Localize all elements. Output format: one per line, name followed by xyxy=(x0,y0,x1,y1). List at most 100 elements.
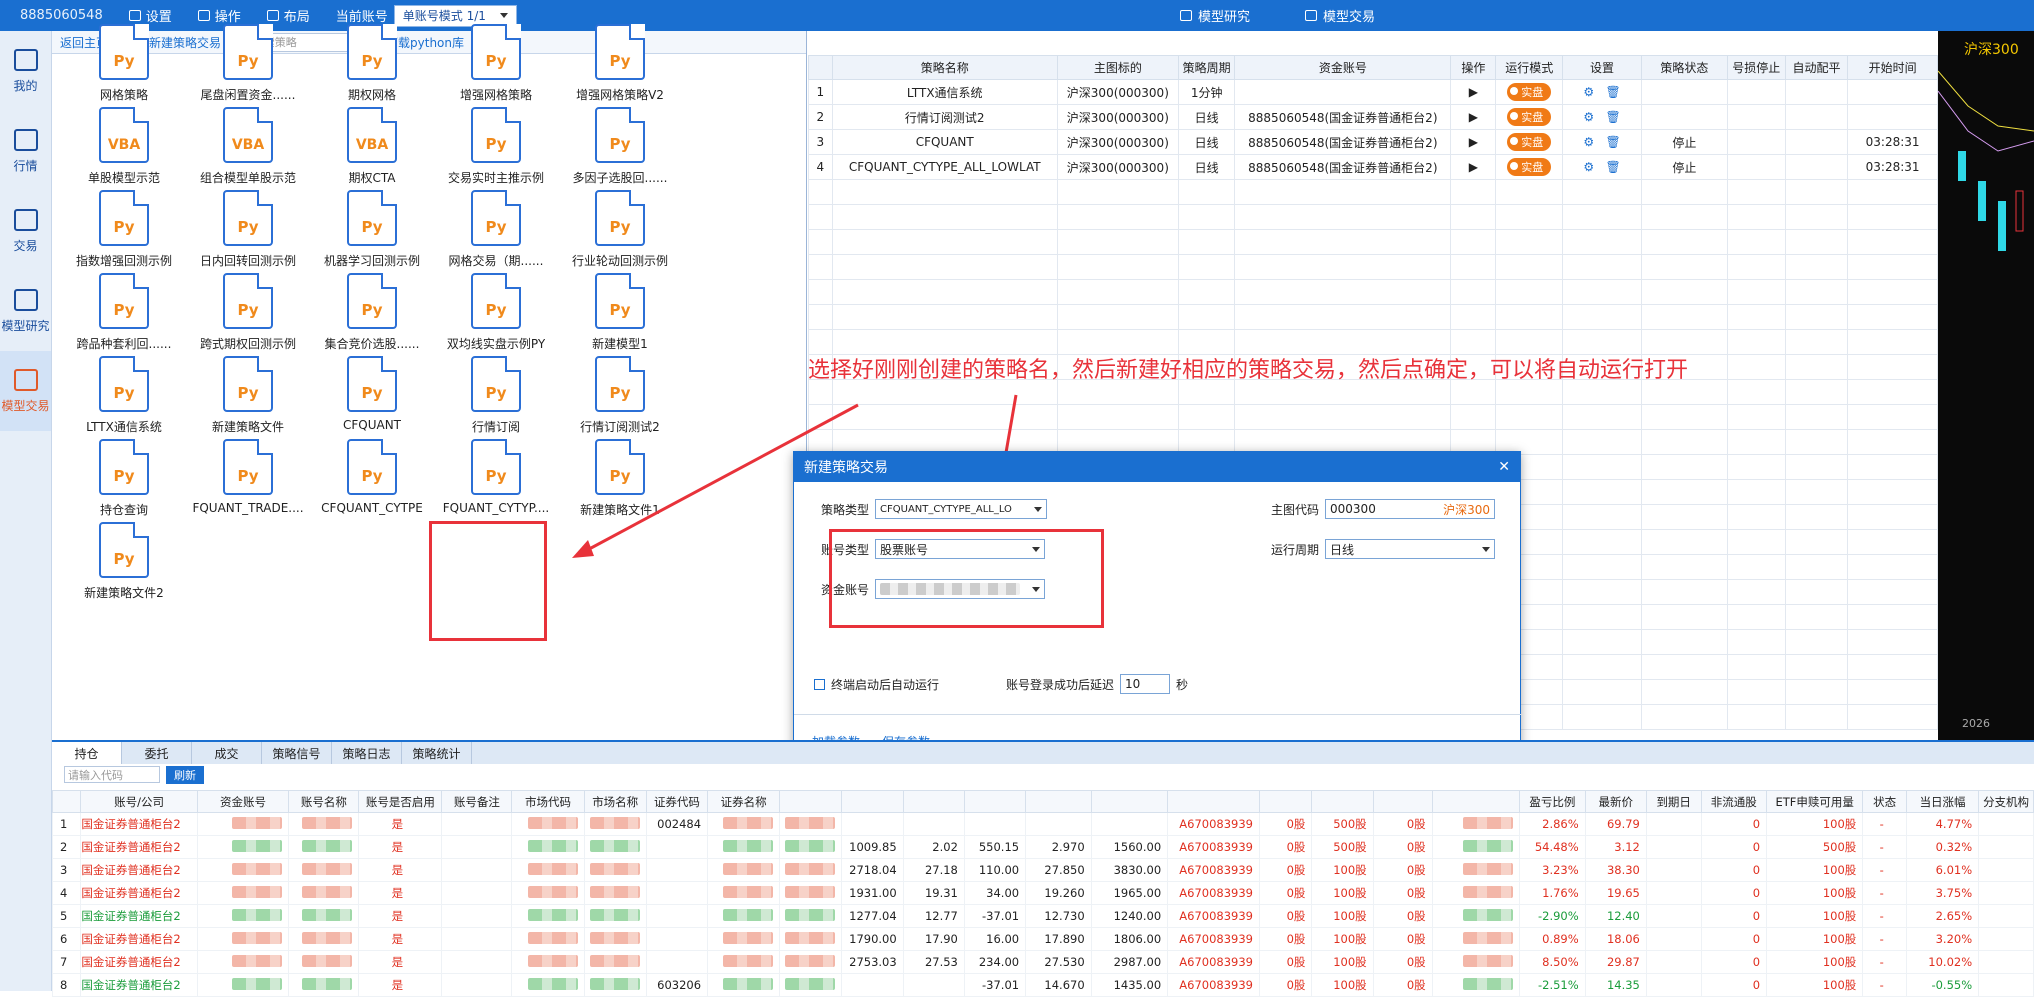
strategy-type-select[interactable]: CFQUANT_CYTYPE_ALL_LO xyxy=(875,499,1048,519)
strategy-file-item[interactable]: Py 网格策略 xyxy=(62,24,186,120)
strategy-file-item[interactable]: Py 新建策略文件2 xyxy=(62,522,186,618)
strategy-file-item[interactable]: VBA 单股模型示范 xyxy=(62,107,186,203)
strategy-file-item[interactable]: Py 行情订阅测试2 xyxy=(558,356,682,452)
positions-column-header[interactable]: 最新价 xyxy=(1584,790,1647,813)
gear-icon[interactable]: ⚙ xyxy=(1583,160,1594,174)
positions-row[interactable]: 3 国金证券普通柜台2 是 2718.04 27.18 110.00 27.850 3830.… xyxy=(51,858,2034,882)
strategy-file-item[interactable]: Py 多因子选股回...... xyxy=(558,107,682,203)
positions-column-header[interactable]: 资金账号 xyxy=(196,790,290,813)
positions-column-header[interactable]: 分支机构 xyxy=(1978,790,2034,813)
layout-menu[interactable]: 布局 xyxy=(266,6,310,25)
strategy-table-column-header[interactable]: 资金账号 xyxy=(1234,55,1452,80)
bottom-tab[interactable]: 委托 xyxy=(122,742,192,764)
run-button[interactable]: ▶ xyxy=(1450,154,1497,180)
main-code-input[interactable]: 000300 沪深300 xyxy=(1325,499,1496,519)
strategy-file-item[interactable]: Py 增强网格策略V2 xyxy=(558,24,682,120)
positions-column-header[interactable]: 账号名称 xyxy=(288,790,360,813)
run-button[interactable]: ▶ xyxy=(1450,129,1497,155)
positions-column-header[interactable] xyxy=(963,790,1027,813)
strategy-file-item[interactable]: Py 日内回转回测示例 xyxy=(186,190,310,286)
positions-row[interactable]: 5 国金证券普通柜台2 是 1277.04 12.77 -37.01 12.730 1240.… xyxy=(51,904,2034,928)
strategy-table-row[interactable]: 4 CFQUANT_CYTYPE_ALL_LOWLAT 沪深300(000300) 日… xyxy=(808,154,1938,180)
tab-model-research[interactable]: 模型研究 xyxy=(1180,0,1250,31)
positions-column-header[interactable]: 证券名称 xyxy=(707,790,781,813)
strategy-table-column-header[interactable]: 策略周期 xyxy=(1177,55,1236,80)
tab-model-trading[interactable]: 模型交易 xyxy=(1305,0,1375,31)
strategy-file-item[interactable]: VBA 期权CTA xyxy=(310,107,434,203)
positions-row[interactable]: 7 国金证券普通柜台2 是 2753.03 27.53 234.00 27.530 2987.… xyxy=(51,950,2034,974)
strategy-table-column-header[interactable] xyxy=(808,55,833,80)
close-icon[interactable]: ✕ xyxy=(1498,459,1510,475)
run-mode-toggle[interactable]: 实盘 xyxy=(1507,83,1552,101)
positions-column-header[interactable] xyxy=(1258,790,1313,813)
strategy-file-item[interactable]: Py 集合竞价选股...... xyxy=(310,273,434,369)
positions-column-header[interactable] xyxy=(1431,790,1521,813)
strategy-table-row[interactable]: 1 LTTX通信系统 沪深300(000300) 1分钟 ▶ 实盘 ⚙ 🗑 xyxy=(808,79,1938,105)
positions-row[interactable]: 4 国金证券普通柜台2 是 1931.00 19.31 34.00 19.260 1965.0… xyxy=(51,881,2034,905)
positions-column-header[interactable]: 状态 xyxy=(1862,790,1907,813)
strategy-table-column-header[interactable]: 自动配平 xyxy=(1784,55,1849,80)
strategy-file-item[interactable]: Py 尾盘闲置资金...... xyxy=(186,24,310,120)
run-button[interactable]: ▶ xyxy=(1450,104,1497,130)
positions-row[interactable]: 6 国金证券普通柜台2 是 1790.00 17.90 16.00 17.890 1806.0… xyxy=(51,927,2034,951)
trash-icon[interactable]: 🗑 xyxy=(1606,85,1621,99)
strategy-table-column-header[interactable]: 策略名称 xyxy=(831,55,1058,80)
positions-row[interactable]: 8 国金证券普通柜台2 是 603206 -37.01 14.670 1435.00 A670… xyxy=(51,973,2034,997)
positions-column-header[interactable] xyxy=(841,790,904,813)
bottom-tab[interactable]: 持仓 xyxy=(52,742,122,764)
positions-column-header[interactable] xyxy=(1025,790,1092,813)
trash-icon[interactable]: 🗑 xyxy=(1606,110,1621,124)
strategy-file-item[interactable]: Py 跨品种套利回...... xyxy=(62,273,186,369)
settings-menu[interactable]: 设置 xyxy=(128,6,172,25)
code-input[interactable]: 请输入代码 xyxy=(64,766,160,783)
strategy-table-row[interactable]: 2 行情订阅测试2 沪深300(000300) 日线 8885060548(国金证券普通… xyxy=(808,104,1938,130)
period-select[interactable]: 日线 xyxy=(1325,539,1496,559)
strategy-file-item[interactable]: VBA 组合模型单股示范 xyxy=(186,107,310,203)
positions-column-header[interactable]: 非流通股 xyxy=(1700,790,1768,813)
trash-icon[interactable]: 🗑 xyxy=(1606,135,1621,149)
strategy-file-item[interactable]: Py CFQUANT_CYTPE xyxy=(310,439,434,535)
strategy-table-row[interactable]: 3 CFQUANT 沪深300(000300) 日线 8885060548(国金证券普通… xyxy=(808,129,1938,155)
positions-row[interactable]: 2 国金证券普通柜台2 是 1009.85 2.02 550.15 2.970 1560.00… xyxy=(51,835,2034,859)
strategy-table-column-header[interactable]: 号损停止 xyxy=(1726,55,1786,80)
run-mode-cell[interactable]: 实盘 xyxy=(1495,129,1564,155)
strategy-file-item[interactable]: Py 新建策略文件1 xyxy=(558,439,682,535)
operate-menu[interactable]: 操作 xyxy=(197,6,241,25)
run-mode-cell[interactable]: 实盘 xyxy=(1495,79,1564,105)
strategy-file-item[interactable]: Py 指数增强回测示例 xyxy=(62,190,186,286)
strategy-file-item[interactable]: Py 增强网格策略 xyxy=(434,24,558,120)
run-button[interactable]: ▶ xyxy=(1450,79,1497,105)
positions-column-header[interactable] xyxy=(1167,790,1260,813)
strategy-file-item[interactable]: Py 期权网格 xyxy=(310,24,434,120)
run-mode-toggle[interactable]: 实盘 xyxy=(1507,108,1552,126)
run-mode-toggle[interactable]: 实盘 xyxy=(1507,133,1552,151)
positions-column-header[interactable]: 账号是否启用 xyxy=(358,790,443,813)
autostart-checkbox[interactable] xyxy=(814,679,825,690)
positions-column-header[interactable]: 到期日 xyxy=(1645,790,1702,813)
positions-column-header[interactable] xyxy=(1090,790,1169,813)
positions-column-header[interactable] xyxy=(51,790,82,813)
strategy-file-item[interactable]: Py 机器学习回测示例 xyxy=(310,190,434,286)
sidebar-item-model-trading[interactable]: 模型交易 xyxy=(0,351,51,431)
strategy-table-column-header[interactable]: 开始时间 xyxy=(1847,55,1938,80)
run-mode-cell[interactable]: 实盘 xyxy=(1495,154,1564,180)
delay-input[interactable]: 10 xyxy=(1120,674,1171,694)
strategy-file-item[interactable]: Py 新建策略文件 xyxy=(186,356,310,452)
positions-column-header[interactable]: 盈亏比例 xyxy=(1519,790,1586,813)
bottom-tab[interactable]: 策略统计 xyxy=(402,742,472,764)
strategy-file-item[interactable]: Py 持仓查询 xyxy=(62,439,186,535)
sidebar-item-mine[interactable]: 我的 xyxy=(0,31,51,111)
sidebar-item-model-research[interactable]: 模型研究 xyxy=(0,271,51,351)
positions-column-header[interactable]: 市场名称 xyxy=(583,790,647,813)
positions-column-header[interactable]: 账号/公司 xyxy=(80,790,198,813)
strategy-file-item[interactable]: Py CFQUANT xyxy=(310,356,434,452)
refresh-button[interactable]: 刷新 xyxy=(166,765,204,784)
positions-column-header[interactable]: 当日涨幅 xyxy=(1905,790,1980,813)
strategy-file-item[interactable]: Py 交易实时主推示例 xyxy=(434,107,558,203)
positions-column-header[interactable]: ETF申赎可用量 xyxy=(1766,790,1864,813)
trash-icon[interactable]: 🗑 xyxy=(1606,160,1621,174)
positions-column-header[interactable]: 账号备注 xyxy=(441,790,513,813)
strategy-file-item[interactable]: Py 行情订阅 xyxy=(434,356,558,452)
bottom-tab[interactable]: 成交 xyxy=(192,742,262,764)
run-mode-toggle[interactable]: 实盘 xyxy=(1507,158,1552,176)
